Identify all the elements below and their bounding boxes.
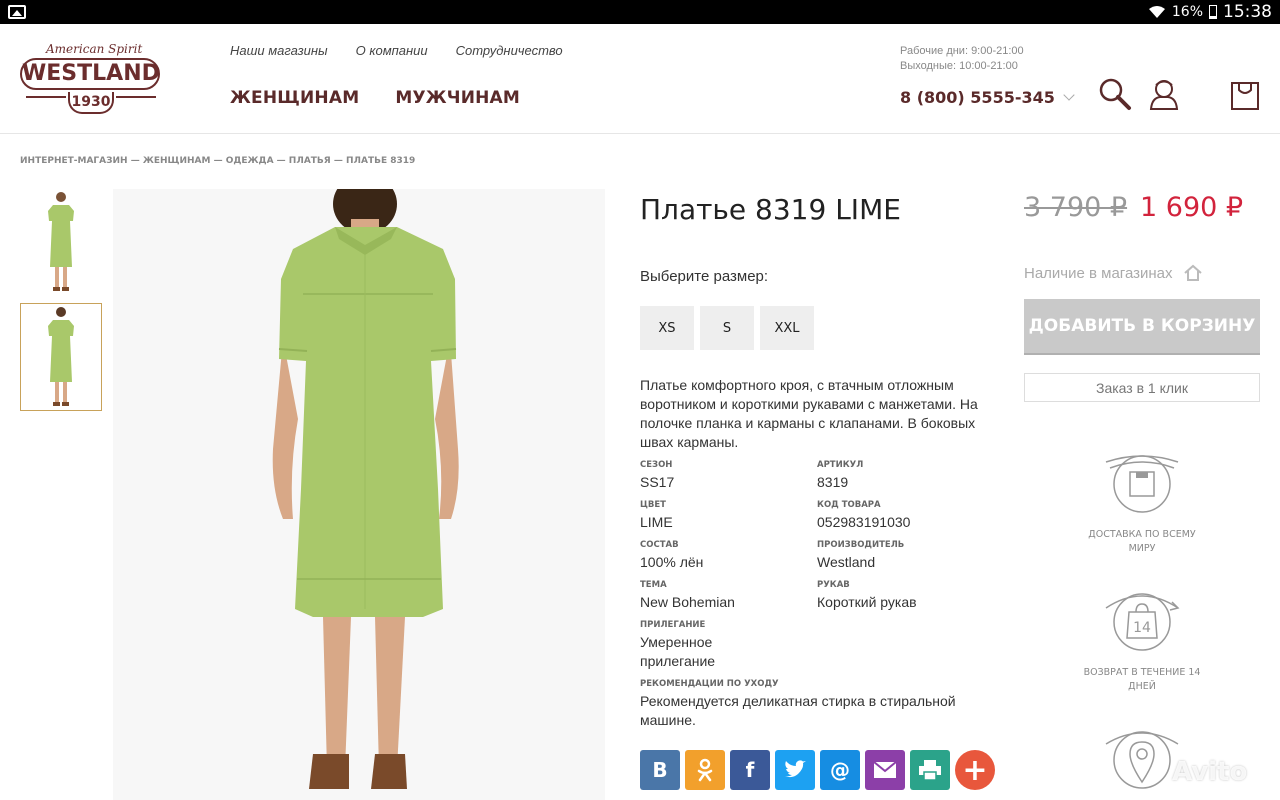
spec-key: ТЕМА [640,580,667,590]
size-option-s[interactable]: S [700,306,754,350]
nav-stores-link[interactable]: Наши магазины [230,43,328,58]
product-title: Платье 8319 LIME [640,193,901,226]
spec-value: Рекомендуется деликатная стирка в стирал… [640,693,956,728]
nav-women[interactable]: ЖЕНЩИНАМ [230,88,359,108]
product-description: Платье комфортного кроя, с втачным отлож… [640,377,978,450]
svg-text:14: 14 [1133,620,1151,636]
nav-about-link[interactable]: О компании [356,43,428,58]
site-header: American Spirit WESTLAND 1930 Наши магаз… [0,24,1280,134]
twitter-share-icon[interactable] [775,750,815,790]
logo-script: American Spirit [46,42,143,56]
logo-year: 1930 [68,92,114,114]
spec-value: SS17 [640,474,675,490]
top-nav: Наши магазины О компании Сотрудничество [230,43,563,58]
phone-number: 8 (800) 5555-345 [900,88,1055,107]
logo-brand: WESTLAND [20,58,160,90]
thumbnail-front[interactable] [20,189,102,297]
spec-value: Короткий рукав [817,594,917,610]
facebook-share-icon[interactable]: f [730,750,770,790]
spec-value: 8319 [817,474,849,490]
product-main-image[interactable] [113,189,605,800]
spec-key: ЦВЕТ [640,500,666,510]
size-label: Выберите размер: [640,268,769,285]
avito-watermark: Avito [1172,757,1248,787]
return-14-icon: 14 [1102,586,1182,658]
hours-weekdays: Рабочие дни: 9:00-21:00 [900,45,1024,57]
share-buttons: В f @ + [640,750,995,790]
spec-key: АРТИКУЛ [817,460,864,470]
spec-value: Westland [817,554,876,570]
spec-value: 052983191030 [817,514,911,530]
spec-color: ЦВЕТ LIME [640,500,810,532]
spec-theme: ТЕМА New Bohemian [640,580,810,612]
spec-manufacturer: ПРОИЗВОДИТЕЛЬ Westland [817,540,987,572]
account-icon[interactable] [1146,76,1182,112]
battery-percent: 16% [1171,4,1203,20]
hours-weekend: Выходные: 10:00-21:00 [900,60,1018,72]
nav-partnership-link[interactable]: Сотрудничество [456,43,563,58]
chevron-down-icon [1063,89,1075,101]
battery-icon [1209,5,1217,19]
one-click-order-button[interactable]: Заказ в 1 клик [1024,373,1260,402]
spec-key: СЕЗОН [640,460,673,470]
spec-product-code: КОД ТОВАРА 052983191030 [817,500,987,532]
odnoklassniki-share-icon[interactable] [685,750,725,790]
email-share-icon[interactable] [865,750,905,790]
working-hours: Рабочие дни: 9:00-21:00 Выходные: 10:00-… [900,44,1024,74]
gallery-notification-icon [8,5,26,19]
spec-key: РЕКОМЕНДАЦИИ ПО УХОДУ [640,679,779,689]
status-right: 16% 15:38 [1148,2,1272,22]
spec-composition: СОСТАВ 100% лён [640,540,810,572]
delivery-box-icon [1102,448,1182,520]
spec-value: LIME [640,514,673,530]
spec-care: РЕКОМЕНДАЦИИ ПО УХОДУ Рекомендуется дели… [640,679,990,730]
print-icon[interactable] [910,750,950,790]
nav-men[interactable]: МУЖЧИНАМ [395,88,520,108]
mailru-share-icon[interactable]: @ [820,750,860,790]
spec-key: ПРИЛЕГАНИЕ [640,620,706,630]
availability-label: Наличие в магазинах [1024,264,1173,282]
more-share-icon[interactable]: + [955,750,995,790]
size-option-xxl[interactable]: XXL [760,306,814,350]
spec-key: РУКАВ [817,580,850,590]
store-availability-link[interactable]: Наличие в магазинах [1024,264,1203,282]
feature-delivery-label: ДОСТАВКА ПО ВСЕМУ МИРУ [1088,529,1196,554]
old-price: 3 790 ₽ [1024,192,1128,223]
phone-dropdown[interactable]: 8 (800) 5555-345 [900,88,1075,107]
cart-bag-icon[interactable] [1227,76,1263,112]
spec-article: АРТИКУЛ 8319 [817,460,987,492]
main-nav: ЖЕНЩИНАМ МУЖЧИНАМ [230,88,520,108]
home-icon [1183,264,1202,281]
logo-wing-right [116,96,156,98]
wifi-icon [1148,5,1166,19]
logo-wing-left [26,96,66,98]
feature-return-label: ВОЗВРАТ В ТЕЧЕНИЕ 14 ДНЕЙ [1083,667,1201,692]
size-selector: XS S XXL [640,306,814,350]
map-pin-icon [1102,724,1182,796]
spec-sleeve: РУКАВ Короткий рукав [817,580,987,612]
feature-return: 14 ВОЗВРАТ В ТЕЧЕНИЕ 14 ДНЕЙ [1076,586,1208,694]
spec-value: Умеренное прилегание [640,634,716,669]
clock: 15:38 [1223,2,1272,22]
search-icon[interactable] [1097,76,1133,112]
spec-value: 100% лён [640,554,704,570]
status-bar: 16% 15:38 [0,0,1280,24]
westland-logo[interactable]: American Spirit WESTLAND 1930 [20,42,162,116]
size-option-xs[interactable]: XS [640,306,694,350]
spec-season: СЕЗОН SS17 [640,460,810,492]
spec-key: СОСТАВ [640,540,679,550]
add-to-cart-button[interactable]: ДОБАВИТЬ В КОРЗИНУ [1024,299,1260,355]
spec-key: ПРОИЗВОДИТЕЛЬ [817,540,905,550]
spec-fit: ПРИЛЕГАНИЕ Умеренное прилегание [640,620,750,671]
vk-share-icon[interactable]: В [640,750,680,790]
breadcrumb[interactable]: ИНТЕРНЕТ-МАГАЗИН — ЖЕНЩИНАМ — ОДЕЖДА — П… [20,156,415,166]
thumbnail-back[interactable] [20,303,102,411]
sale-price: 1 690 ₽ [1140,192,1244,223]
spec-value: New Bohemian [640,594,735,610]
feature-delivery: ДОСТАВКА ПО ВСЕМУ МИРУ [1076,448,1208,556]
spec-key: КОД ТОВАРА [817,500,881,510]
